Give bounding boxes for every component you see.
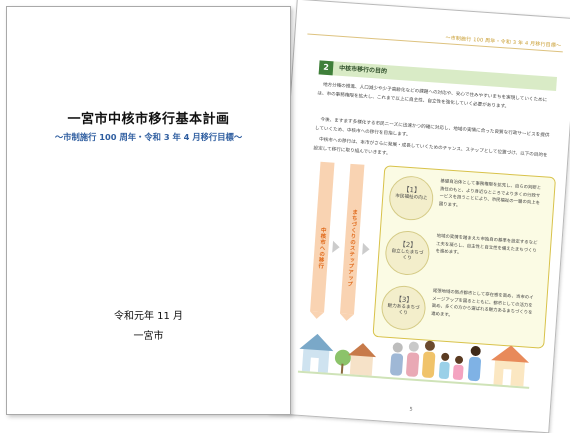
family-people-icon <box>390 340 482 382</box>
house-icon <box>348 343 377 376</box>
inner-page: ～市制施行 100 周年・令和 3 年 4 月移行目標～ 2 中核市移行の目的 … <box>267 0 570 433</box>
goals-box: 【1】 市民福祉の向上 基礎自治体として事務権限を拡充し、自らの判断と責任のもと… <box>372 165 557 349</box>
house-icon <box>491 345 530 387</box>
cover-title: 一宮市中核市移行基本計画 <box>67 112 230 127</box>
section-title: 中核市移行の目的 <box>338 64 388 76</box>
cover-date: 令和元年 11 月 <box>113 311 184 322</box>
cover-subtitle: ～市制施行 100 周年・令和 3 年 4 月移行目標～ <box>54 132 243 142</box>
goal-label: 自立したまちづくり <box>391 248 424 262</box>
house-icon <box>299 333 334 373</box>
cover-organization: 一宮市 <box>133 331 164 342</box>
goal-badge: 【1】 市民福祉の向上 <box>387 174 435 222</box>
goal-text: 尾張地域の拠点都市として存在感を高め、当市のイメージアップを図るとともに、都市と… <box>431 288 534 319</box>
goal-label: 魅力あるまちづくり <box>387 303 420 317</box>
goal-item: 【2】 自立したまちづくり 地域の実情を踏まえた市独自の基準を設定するなど工夫を… <box>383 228 545 285</box>
cover-page: 一宮市中核市移行基本計画 ～市制施行 100 周年・令和 3 年 4 月移行目標… <box>6 6 291 415</box>
goal-badge: 【3】 魅力あるまちづくり <box>380 284 428 332</box>
goal-badge: 【2】 自立したまちづくり <box>383 229 431 277</box>
goal-text: 地域の実情を踏まえた市独自の基準を設定するなど工夫を凝らし、自主性と自立性を備え… <box>435 234 538 256</box>
chevron-right-icon <box>362 242 370 256</box>
page-number: 5 <box>409 406 413 413</box>
tree-icon <box>334 349 351 374</box>
chevron-right-icon <box>332 240 341 254</box>
section-number: 2 <box>318 60 334 76</box>
goal-text: 基礎自治体として事務権限を拡充し、自らの判断と責任のもと、より身近なところでより… <box>438 179 542 209</box>
goal-item: 【1】 市民福祉の向上 基礎自治体として事務権限を拡充し、自らの判断と責任のもと… <box>387 173 549 230</box>
